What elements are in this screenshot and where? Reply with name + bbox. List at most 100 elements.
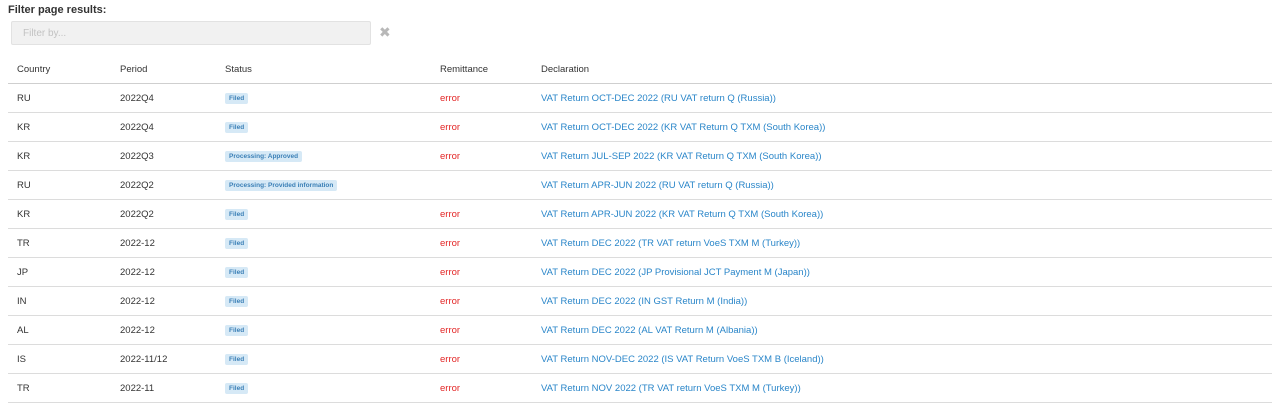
table-row: AL 2022-12 Filed error VAT Return DEC 2022 (…: [8, 315, 1272, 345]
header-period[interactable]: Period: [111, 55, 216, 84]
header-remittance[interactable]: Remittance: [431, 55, 532, 84]
remittance-status: error: [440, 208, 461, 220]
remittance-status: error: [440, 382, 461, 394]
declaration-cell: VAT Return OCT-DEC 2022 (KR VAT Return Q…: [532, 112, 1272, 142]
status-badge: Processing: Provided information: [225, 180, 338, 191]
table-row: KR 2022Q3 Processing: Approved error VAT Ret…: [8, 141, 1272, 171]
header-declaration[interactable]: Declaration: [532, 55, 1272, 84]
status-badge: Filed: [225, 209, 249, 220]
status-cell: Filed: [216, 286, 431, 316]
period-cell: 2022-12: [111, 257, 216, 287]
status-badge: Processing: Approved: [225, 151, 303, 162]
declaration-link[interactable]: VAT Return OCT-DEC 2022 (KR VAT Return Q…: [541, 122, 825, 133]
filter-input[interactable]: [11, 21, 371, 45]
country-cell: TR: [8, 228, 111, 258]
country-cell: IS: [8, 344, 111, 374]
period-cell: 2022Q4: [111, 112, 216, 142]
period-cell: 2022Q4: [111, 83, 216, 113]
declaration-link[interactable]: VAT Return APR-JUN 2022 (KR VAT Return Q…: [541, 209, 823, 220]
remittance-status: error: [440, 121, 461, 133]
declaration-link[interactable]: VAT Return APR-JUN 2022 (RU VAT return Q…: [541, 180, 774, 191]
status-cell: Filed: [216, 344, 431, 374]
remittance-cell: error: [431, 83, 532, 113]
country-cell: JP: [8, 257, 111, 287]
status-badge: Filed: [225, 93, 249, 104]
header-country[interactable]: Country: [8, 55, 111, 84]
status-cell: Processing: Provided information: [216, 170, 431, 200]
filter-label: Filter page results:: [8, 4, 107, 16]
status-cell: Filed: [216, 228, 431, 258]
period-cell: 2022-12: [111, 286, 216, 316]
table-row: IN 2022-12 Filed error VAT Return DEC 2022 (…: [8, 286, 1272, 316]
table-row: TR 2022-11 Filed error VAT Return NOV 2022 (…: [8, 373, 1272, 403]
declaration-cell: VAT Return DEC 2022 (AL VAT Return M (Al…: [532, 315, 1272, 345]
country-cell: KR: [8, 199, 111, 229]
declaration-link[interactable]: VAT Return OCT-DEC 2022 (RU VAT return Q…: [541, 93, 776, 104]
status-badge: Filed: [225, 122, 249, 133]
declaration-link[interactable]: VAT Return JUL-SEP 2022 (KR VAT Return Q…: [541, 151, 822, 162]
close-icon[interactable]: ✖: [379, 25, 391, 39]
table-row: KR 2022Q2 Filed error VAT Return APR-JUN 202…: [8, 199, 1272, 229]
status-cell: Filed: [216, 199, 431, 229]
declaration-link[interactable]: VAT Return DEC 2022 (TR VAT return VoeS …: [541, 238, 800, 249]
remittance-cell: error: [431, 112, 532, 142]
country-cell: RU: [8, 83, 111, 113]
status-cell: Processing: Approved: [216, 141, 431, 171]
declaration-cell: VAT Return DEC 2022 (JP Provisional JCT …: [532, 257, 1272, 287]
remittance-cell: error: [431, 315, 532, 345]
remittance-status: error: [440, 353, 461, 365]
declaration-cell: VAT Return APR-JUN 2022 (RU VAT return Q…: [532, 170, 1272, 200]
period-cell: 2022Q2: [111, 199, 216, 229]
table-row: IS 2022-11/12 Filed error VAT Return NOV-DEC…: [8, 344, 1272, 374]
results-table: Country Period Status Remittance Declara…: [8, 55, 1272, 403]
table-row: JP 2022-12 Filed error VAT Return DEC 2022 (…: [8, 257, 1272, 287]
declaration-cell: VAT Return DEC 2022 (TR VAT return VoeS …: [532, 228, 1272, 258]
table-row: RU 2022Q2 Processing: Provided information…: [8, 170, 1272, 200]
declaration-link[interactable]: VAT Return DEC 2022 (AL VAT Return M (Al…: [541, 325, 758, 336]
remittance-cell: error: [431, 344, 532, 374]
declaration-cell: VAT Return OCT-DEC 2022 (RU VAT return Q…: [532, 83, 1272, 113]
declaration-cell: VAT Return APR-JUN 2022 (KR VAT Return Q…: [532, 199, 1272, 229]
period-cell: 2022-11: [111, 373, 216, 403]
remittance-cell: error: [431, 286, 532, 316]
remittance-status: error: [440, 266, 461, 278]
remittance-cell: error: [431, 257, 532, 287]
status-badge: Filed: [225, 296, 249, 307]
status-badge: Filed: [225, 354, 249, 365]
table-body: RU 2022Q4 Filed error VAT Return OCT-DEC 202…: [8, 83, 1272, 403]
status-cell: Filed: [216, 257, 431, 287]
header-status[interactable]: Status: [216, 55, 431, 84]
declaration-link[interactable]: VAT Return DEC 2022 (IN GST Return M (In…: [541, 296, 747, 307]
table-row: TR 2022-12 Filed error VAT Return DEC 2022 (…: [8, 228, 1272, 258]
period-cell: 2022-11/12: [111, 344, 216, 374]
status-badge: Filed: [225, 267, 249, 278]
remittance-cell: [431, 170, 532, 200]
declaration-link[interactable]: VAT Return NOV 2022 (TR VAT return VoeS …: [541, 383, 801, 394]
remittance-cell: error: [431, 199, 532, 229]
table-row: KR 2022Q4 Filed error VAT Return OCT-DEC 202…: [8, 112, 1272, 142]
table-row: RU 2022Q4 Filed error VAT Return OCT-DEC 202…: [8, 83, 1272, 113]
remittance-cell: error: [431, 373, 532, 403]
status-badge: Filed: [225, 238, 249, 249]
remittance-cell: error: [431, 141, 532, 171]
table-header-row: Country Period Status Remittance Declara…: [8, 55, 1272, 84]
country-cell: IN: [8, 286, 111, 316]
country-cell: TR: [8, 373, 111, 403]
country-cell: KR: [8, 141, 111, 171]
country-cell: KR: [8, 112, 111, 142]
country-cell: AL: [8, 315, 111, 345]
declaration-link[interactable]: VAT Return NOV-DEC 2022 (IS VAT Return V…: [541, 354, 824, 365]
remittance-status: error: [440, 295, 461, 307]
remittance-status: error: [440, 324, 461, 336]
period-cell: 2022-12: [111, 228, 216, 258]
status-cell: Filed: [216, 315, 431, 345]
declaration-link[interactable]: VAT Return DEC 2022 (JP Provisional JCT …: [541, 267, 810, 278]
remittance-cell: error: [431, 228, 532, 258]
remittance-status: error: [440, 237, 461, 249]
remittance-status: error: [440, 92, 461, 104]
declaration-cell: VAT Return NOV 2022 (TR VAT return VoeS …: [532, 373, 1272, 403]
declaration-cell: VAT Return NOV-DEC 2022 (IS VAT Return V…: [532, 344, 1272, 374]
declaration-cell: VAT Return JUL-SEP 2022 (KR VAT Return Q…: [532, 141, 1272, 171]
status-badge: Filed: [225, 383, 249, 394]
period-cell: 2022Q2: [111, 170, 216, 200]
